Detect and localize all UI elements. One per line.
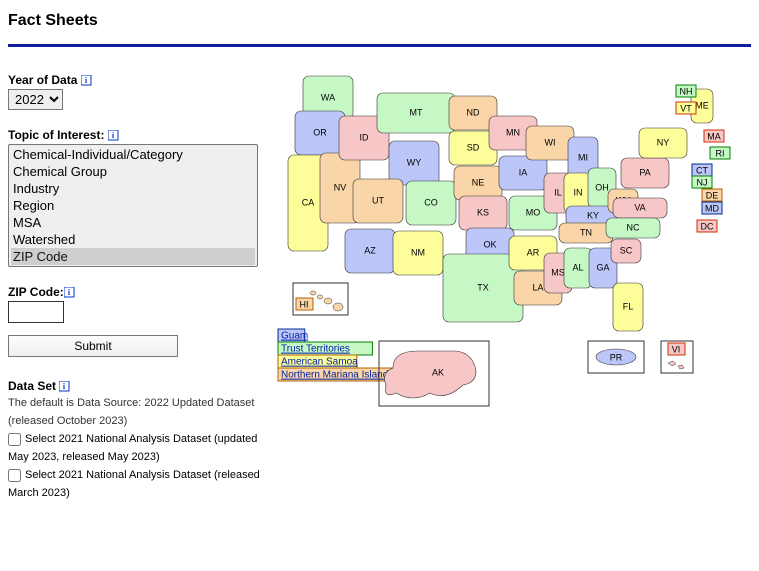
state-vt[interactable]: VT (676, 102, 696, 114)
state-az[interactable]: AZ (345, 229, 395, 273)
topic-option[interactable]: Region (11, 197, 255, 214)
state-ct[interactable]: CT (692, 164, 712, 176)
info-icon[interactable]: i (81, 75, 93, 87)
state-va[interactable]: VA (613, 198, 667, 218)
topic-option[interactable]: Chemical Group (11, 163, 255, 180)
state-nc[interactable]: NC (606, 218, 660, 238)
svg-text:CT: CT (696, 165, 708, 175)
state-ia[interactable]: IA (499, 156, 547, 190)
info-icon[interactable]: i (59, 381, 71, 393)
state-ny[interactable]: NY (639, 128, 687, 158)
topic-select[interactable]: Chemical-Individual/CategoryChemical Gro… (8, 144, 258, 267)
state-mt[interactable]: MT (377, 93, 455, 133)
svg-text:i: i (112, 131, 115, 140)
topic-option[interactable]: ZIP Code (11, 248, 255, 265)
state-alaska[interactable]: AK (379, 341, 489, 406)
topic-option[interactable]: Chemical-Individual/Category (11, 146, 255, 163)
state-hawaii[interactable]: HI (293, 283, 348, 315)
state-ks[interactable]: KS (459, 196, 507, 230)
state-ma[interactable]: MA (704, 130, 724, 142)
dataset-default-text: The default is Data Source: 2022 Updated… (8, 395, 268, 430)
state-md[interactable]: MD (702, 202, 722, 214)
year-select[interactable]: 2022 (8, 89, 63, 110)
zip-label-text: ZIP Code: (8, 285, 64, 299)
state-wy[interactable]: WY (389, 141, 439, 185)
state-pa[interactable]: PA (621, 158, 669, 188)
dataset-checkbox-1[interactable] (8, 433, 21, 446)
state-al[interactable]: AL (564, 248, 592, 288)
zip-label: ZIP Code: i (8, 285, 268, 299)
topic-label: Topic of Interest: i (8, 128, 268, 142)
state-sc[interactable]: SC (611, 239, 641, 263)
state-wi[interactable]: WI (526, 126, 574, 160)
svg-text:i: i (85, 76, 88, 85)
dataset-checkbox-2-label: Select 2021 National Analysis Dataset (r… (8, 469, 260, 499)
svg-text:i: i (68, 288, 71, 297)
svg-text:DE: DE (706, 190, 719, 200)
submit-button[interactable]: Submit (8, 335, 178, 357)
svg-text:VT: VT (680, 103, 692, 113)
svg-text:MD: MD (705, 203, 719, 213)
state-ne[interactable]: NE (454, 166, 502, 200)
svg-text:NH: NH (680, 86, 693, 96)
state-ut[interactable]: UT (353, 179, 403, 223)
state-co[interactable]: CO (406, 181, 456, 225)
state-ri[interactable]: RI (710, 147, 730, 159)
topic-option[interactable]: Industry (11, 180, 255, 197)
territory-guam[interactable]: Guam (278, 329, 308, 342)
form-panel: Year of Data i 2022 Topic of Interest: i… (8, 73, 268, 504)
state-nm[interactable]: NM (393, 231, 443, 275)
svg-text:RI: RI (716, 148, 725, 158)
page-title: Fact Sheets (8, 12, 751, 30)
svg-text:Northern Mariana Islands: Northern Mariana Islands (281, 370, 393, 381)
state-nh[interactable]: NH (676, 85, 696, 97)
state-or[interactable]: OR (295, 111, 345, 155)
svg-text:HI: HI (300, 299, 309, 309)
topic-label-text: Topic of Interest: (8, 128, 104, 142)
state-puerto-rico[interactable]: PR (588, 341, 644, 373)
state-fl[interactable]: FL (613, 283, 643, 331)
state-dc[interactable]: DC (697, 220, 717, 232)
svg-text:VI: VI (672, 344, 681, 354)
dataset-label-text: Data Set (8, 379, 56, 393)
info-icon[interactable]: i (108, 130, 120, 142)
dataset-checkbox-1-label: Select 2021 National Analysis Dataset (u… (8, 433, 257, 463)
map-panel: WAORCANVIDMTWYUTAZCONMNDSDNEKSOKTXMNIAMO… (268, 73, 751, 413)
svg-text:i: i (63, 382, 66, 391)
svg-text:MA: MA (707, 131, 721, 141)
us-map: WAORCANVIDMTWYUTAZCONMNDSDNEKSOKTXMNIAMO… (268, 73, 748, 413)
zip-input[interactable] (8, 301, 64, 323)
svg-text:Trust Territories: Trust Territories (281, 344, 350, 355)
info-icon[interactable]: i (64, 287, 76, 299)
svg-text:Guam: Guam (281, 331, 308, 342)
territory-trust-territories[interactable]: Trust Territories (278, 342, 372, 355)
territory-american-samoa[interactable]: American Samoa (278, 355, 358, 368)
dataset-checkbox-2[interactable] (8, 469, 21, 482)
state-nj[interactable]: NJ (692, 176, 712, 188)
svg-text:American Samoa: American Samoa (281, 357, 358, 368)
state-tn[interactable]: TN (559, 223, 613, 243)
topic-option[interactable]: MSA (11, 214, 255, 231)
svg-text:DC: DC (701, 221, 714, 231)
year-label: Year of Data i (8, 73, 268, 87)
state-de[interactable]: DE (702, 189, 722, 201)
svg-text:NJ: NJ (697, 177, 708, 187)
year-label-text: Year of Data (8, 73, 77, 87)
topic-option[interactable]: Watershed (11, 231, 255, 248)
dataset-label: Data Set i (8, 379, 268, 393)
header-rule (8, 44, 751, 47)
state-virgin-islands[interactable]: VI (661, 341, 693, 373)
